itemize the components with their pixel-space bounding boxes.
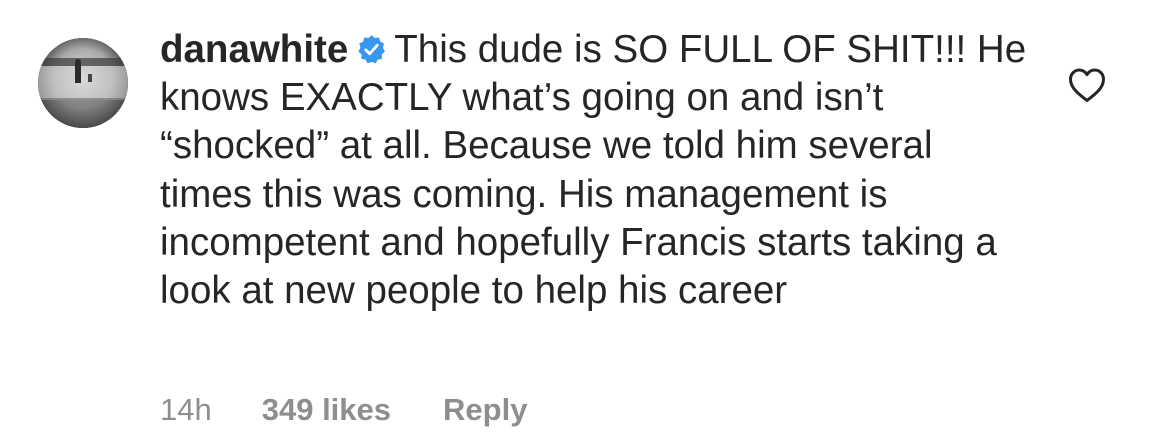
verified-badge-icon [358,35,386,64]
heart-outline-icon[interactable] [1067,66,1107,104]
reply-button[interactable]: Reply [443,390,527,430]
comment-timestamp: 14h [160,392,212,427]
likes-count-link[interactable]: 349 likes [262,390,391,430]
comment-body: danawhite This dude is SO FULL OF SHIT!!… [160,26,1030,315]
avatar-photo [38,38,128,128]
avatar[interactable] [38,38,128,128]
comment-username[interactable]: danawhite [160,28,348,71]
comment-meta: 14h 349 likes Reply [160,390,527,430]
